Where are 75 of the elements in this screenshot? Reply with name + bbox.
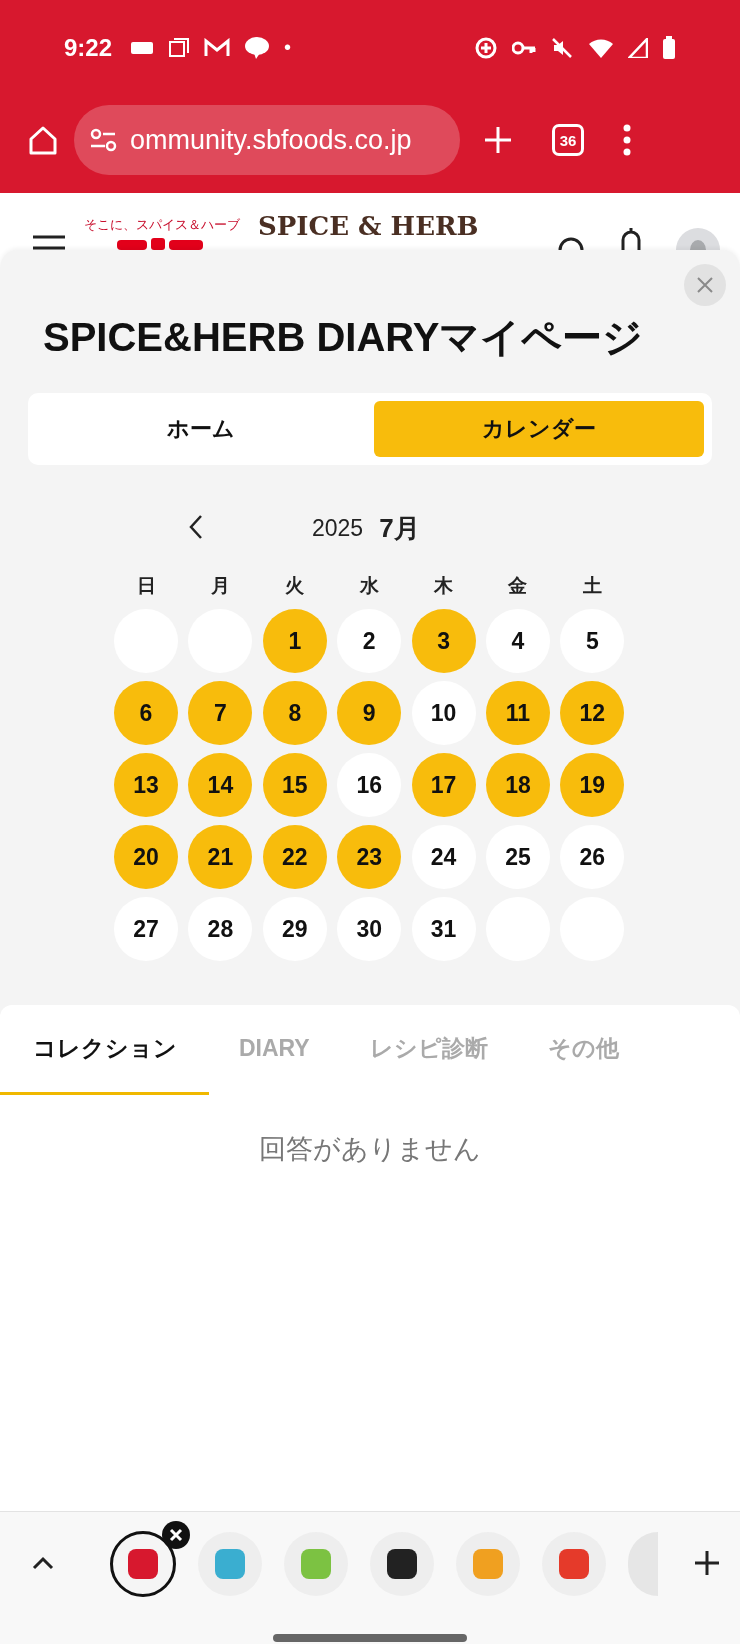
calendar-day[interactable]: 23 xyxy=(337,825,402,889)
menu-icon[interactable] xyxy=(32,234,66,250)
weekday-label: 土 xyxy=(581,574,603,598)
content-tab[interactable]: コレクション xyxy=(0,1005,209,1095)
calendar-year: 2025 xyxy=(312,514,364,542)
calendar-day[interactable]: 3 xyxy=(411,609,476,673)
site-settings-icon[interactable] xyxy=(88,128,118,152)
segment-tab[interactable]: ホーム xyxy=(36,401,366,457)
key-icon xyxy=(512,39,536,56)
calendar-day[interactable]: 7 xyxy=(188,681,253,745)
battery-icon xyxy=(662,35,676,60)
calendar-day[interactable]: 14 xyxy=(188,753,253,817)
mute-icon xyxy=(550,35,574,60)
calendar-day[interactable]: 6 xyxy=(114,681,178,745)
calendar-day[interactable]: 2 xyxy=(337,609,402,673)
weekday-label: 日 xyxy=(135,574,157,598)
chevron-up-icon[interactable] xyxy=(32,1555,54,1570)
weekday-label: 月 xyxy=(209,574,231,598)
wifi-icon xyxy=(588,36,614,59)
calendar-day[interactable]: 17 xyxy=(411,753,476,817)
calendar-day[interactable]: 28 xyxy=(188,897,253,961)
calendar-day[interactable]: 31 xyxy=(411,897,476,961)
calendar-day[interactable]: 5 xyxy=(560,609,625,673)
menu-button[interactable] xyxy=(622,124,632,156)
segment-tab[interactable]: カレンダー xyxy=(374,401,704,457)
new-tab-button[interactable] xyxy=(482,124,514,156)
calendar-day[interactable]: 19 xyxy=(560,753,625,817)
chat-icon xyxy=(244,35,271,60)
weekday-label: 木 xyxy=(433,574,455,598)
status-time: 9:22 xyxy=(64,33,113,62)
calendar-day[interactable]: 12 xyxy=(560,681,625,745)
mail-icon xyxy=(204,37,231,58)
weekday-label: 水 xyxy=(358,574,380,598)
calendar-day[interactable]: 15 xyxy=(262,753,327,817)
signal-icon xyxy=(628,37,648,58)
calendar-day[interactable]: 25 xyxy=(485,825,550,889)
tab-count-button[interactable]: 36 xyxy=(552,124,584,156)
close-tab-icon[interactable] xyxy=(162,1521,190,1549)
calendar-day[interactable]: 22 xyxy=(262,825,327,889)
calendar-month: 7月 xyxy=(379,511,420,545)
calendar-day[interactable]: 30 xyxy=(337,897,402,961)
favicon-icon xyxy=(387,1549,417,1579)
empty-message: 回答がありません xyxy=(258,1133,482,1166)
calendar-day[interactable]: 26 xyxy=(560,825,625,889)
brand-title: SPICE & HERB xyxy=(258,210,479,241)
calendar-day[interactable]: 11 xyxy=(485,681,550,745)
gallery-icon xyxy=(168,36,191,59)
weekday-label: 金 xyxy=(507,574,529,598)
calendar-day[interactable]: 21 xyxy=(188,825,253,889)
calendar-day[interactable]: 10 xyxy=(411,681,476,745)
calendar-day[interactable]: 18 xyxy=(485,753,550,817)
page-title: SPICE&HERB DIARYマイページ xyxy=(43,314,645,361)
calendar-day[interactable]: 16 xyxy=(337,753,402,817)
favicon-icon xyxy=(301,1549,331,1579)
favicon-icon xyxy=(559,1549,589,1579)
calendar-day[interactable]: 20 xyxy=(114,825,178,889)
calendar-day[interactable]: 13 xyxy=(114,753,178,817)
favicon-icon xyxy=(473,1549,503,1579)
calendar-day[interactable]: 29 xyxy=(262,897,327,961)
calendar-day[interactable]: 9 xyxy=(337,681,402,745)
calendar-day[interactable]: 8 xyxy=(262,681,327,745)
logo-tagline: そこに、スパイス＆ハーブ xyxy=(84,216,240,234)
data-saver-icon xyxy=(474,35,498,60)
calendar-day[interactable]: 24 xyxy=(411,825,476,889)
calendar-day[interactable]: 1 xyxy=(262,609,327,673)
favicon-icon xyxy=(215,1549,245,1579)
calendar-day[interactable]: 4 xyxy=(485,609,550,673)
close-button[interactable] xyxy=(684,264,726,306)
close-icon[interactable] xyxy=(696,276,714,294)
weekday-label: 火 xyxy=(284,574,306,598)
notification-dot: • xyxy=(284,36,292,59)
address-bar[interactable]: ommunity.sbfoods.co.jp xyxy=(74,105,460,175)
favicon-icon xyxy=(128,1549,158,1579)
calendar-day[interactable]: 27 xyxy=(114,897,178,961)
url-text: ommunity.sbfoods.co.jp xyxy=(130,124,412,156)
